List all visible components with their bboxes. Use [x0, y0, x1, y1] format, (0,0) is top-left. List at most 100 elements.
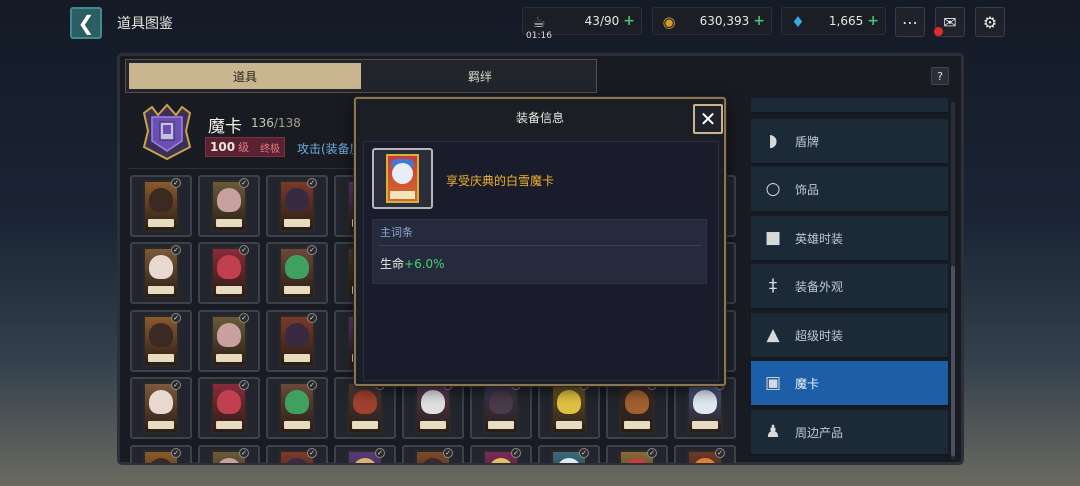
owned-check-icon: ✓: [307, 313, 317, 323]
owned-check-icon: ✓: [511, 448, 521, 458]
diamond-resource[interactable]: ♦ 1,665 +: [781, 7, 886, 35]
page-title: 道具图鉴: [117, 16, 173, 32]
sidenav-item[interactable]: ♟ 周边产品: [751, 410, 948, 456]
tab-items[interactable]: 道具: [129, 63, 361, 89]
diamond-value: 1,665: [828, 14, 864, 28]
level-badge: 100 级 终极: [205, 137, 285, 157]
card-slot[interactable]: ✓: [130, 310, 192, 372]
card-slot[interactable]: ✓: [538, 445, 600, 463]
card-slot[interactable]: ✓: [402, 377, 464, 439]
sidenav-item[interactable]: ■ 英雄时装: [751, 216, 948, 262]
shield-icon: ◗: [768, 131, 778, 151]
card-slot[interactable]: ✓: [674, 377, 736, 439]
card-slot[interactable]: ✓: [198, 377, 260, 439]
collection-count-total: /138: [273, 116, 301, 130]
card-slot[interactable]: ✓: [266, 175, 328, 237]
card-slot[interactable]: ✓: [470, 377, 532, 439]
close-icon: ✕: [699, 107, 717, 131]
card-slot[interactable]: ✓: [334, 445, 396, 463]
owned-check-icon: ✓: [171, 178, 181, 188]
owned-check-icon: ✓: [647, 448, 657, 458]
level-number: 100: [210, 140, 236, 154]
owned-check-icon: ✓: [715, 448, 725, 458]
chat-button[interactable]: ⋯: [895, 7, 925, 37]
sidenav-item[interactable]: ‡ 装备外观: [751, 264, 948, 310]
card-slot[interactable]: ✓: [538, 377, 600, 439]
card-slot[interactable]: ✓: [470, 445, 532, 463]
card-slot[interactable]: ✓: [606, 445, 668, 463]
owned-check-icon: ✓: [171, 313, 181, 323]
card-slot[interactable]: ✓: [198, 445, 260, 463]
sidenav-item-label: 周边产品: [795, 425, 844, 440]
owned-check-icon: ✓: [307, 178, 317, 188]
owned-check-icon: ✓: [307, 380, 317, 390]
stat-label: 生命: [380, 257, 405, 271]
item-icon-frame: [372, 148, 433, 209]
notification-dot: [934, 27, 943, 36]
owned-check-icon: ✓: [239, 380, 249, 390]
sidenav-item-label: 魔卡: [795, 376, 820, 391]
stat-value: +6.0%: [404, 257, 445, 271]
card-slot[interactable]: ✓: [266, 377, 328, 439]
help-button[interactable]: ?: [931, 67, 949, 85]
collection-count: 136/138: [251, 116, 301, 130]
sidenav-item[interactable]: ▣ 魔卡: [751, 361, 948, 407]
suit-icon: ▲: [766, 325, 780, 345]
owned-check-icon: ✓: [239, 448, 249, 458]
modal-close-button[interactable]: ✕: [693, 104, 723, 134]
card-slot[interactable]: ✓: [130, 377, 192, 439]
card-slot[interactable]: ✓: [606, 377, 668, 439]
card-slot[interactable]: ✓: [334, 377, 396, 439]
category-crest-icon: [142, 103, 192, 161]
card-icon: ▣: [764, 373, 782, 393]
owned-check-icon: ✓: [171, 448, 181, 458]
card-slot[interactable]: ✓: [130, 175, 192, 237]
sidenav-item[interactable]: ◗ 盾牌: [751, 119, 948, 165]
stamina-resource[interactable]: ☕ 43/90 + 01:16: [522, 7, 642, 41]
sidenav-item-label: 英雄时装: [795, 231, 844, 246]
chat-icon: ⋯: [902, 12, 918, 32]
back-button[interactable]: ❮: [70, 7, 102, 39]
card-slot[interactable]: ✓: [198, 242, 260, 304]
card-slot[interactable]: ✓: [198, 175, 260, 237]
gold-plus-button[interactable]: +: [753, 13, 765, 29]
sidenav-item-label: 超级时装: [795, 328, 844, 343]
coffee-cup-icon: ☕: [532, 13, 546, 31]
gold-value: 630,393: [699, 14, 750, 28]
sidenav-item[interactable]: †: [751, 98, 948, 114]
sidenav-item[interactable]: ▲ 超级时装: [751, 313, 948, 359]
card-slot[interactable]: ✓: [266, 242, 328, 304]
owned-check-icon: ✓: [239, 245, 249, 255]
snow-card-icon: [386, 154, 419, 203]
main-stat-row: 生命+6.0%: [380, 255, 445, 272]
card-slot[interactable]: ✓: [130, 242, 192, 304]
collection-count-current: 136: [251, 116, 274, 130]
stamina-plus-button[interactable]: +: [623, 13, 635, 29]
level-max-label: 终极: [260, 143, 281, 155]
shirt-icon: ■: [764, 228, 782, 248]
card-slot[interactable]: ✓: [198, 310, 260, 372]
card-slot[interactable]: ✓: [402, 445, 464, 463]
sidenav-item-label: 装备外观: [795, 279, 844, 294]
owned-check-icon: ✓: [171, 380, 181, 390]
equipment-info-modal: 装备信息 ✕ 享受庆典的白雪魔卡 主词条 生命+6.0%: [354, 97, 726, 386]
item-name: 享受庆典的白雪魔卡: [446, 174, 555, 188]
stamina-timer: 01:16: [526, 31, 552, 41]
settings-button[interactable]: ⚙: [975, 7, 1005, 37]
card-slot[interactable]: ✓: [266, 445, 328, 463]
card-slot[interactable]: ✓: [674, 445, 736, 463]
level-unit: 级: [238, 141, 250, 154]
sidenav-scroll-thumb[interactable]: [951, 266, 955, 456]
card-slot[interactable]: ✓: [130, 445, 192, 463]
stamina-value: 43/90: [584, 14, 620, 28]
owned-check-icon: ✓: [239, 313, 249, 323]
sidenav-item[interactable]: ○ 饰品: [751, 167, 948, 213]
category-sidenav: † ◗ 盾牌 ○ 饰品 ■ 英雄时装 ‡ 装备外观 ▲ 超级时装 ▣ 魔卡 ♟ 周边产品: [751, 98, 951, 463]
card-slot[interactable]: ✓: [266, 310, 328, 372]
main-stat-box: 主词条 生命+6.0%: [372, 219, 707, 284]
gold-resource[interactable]: ◉ 630,393 +: [652, 7, 772, 35]
owned-check-icon: ✓: [307, 245, 317, 255]
diamond-plus-button[interactable]: +: [867, 13, 879, 29]
category-name: 魔卡: [208, 117, 242, 137]
tab-bonds[interactable]: 羁绊: [364, 60, 596, 92]
